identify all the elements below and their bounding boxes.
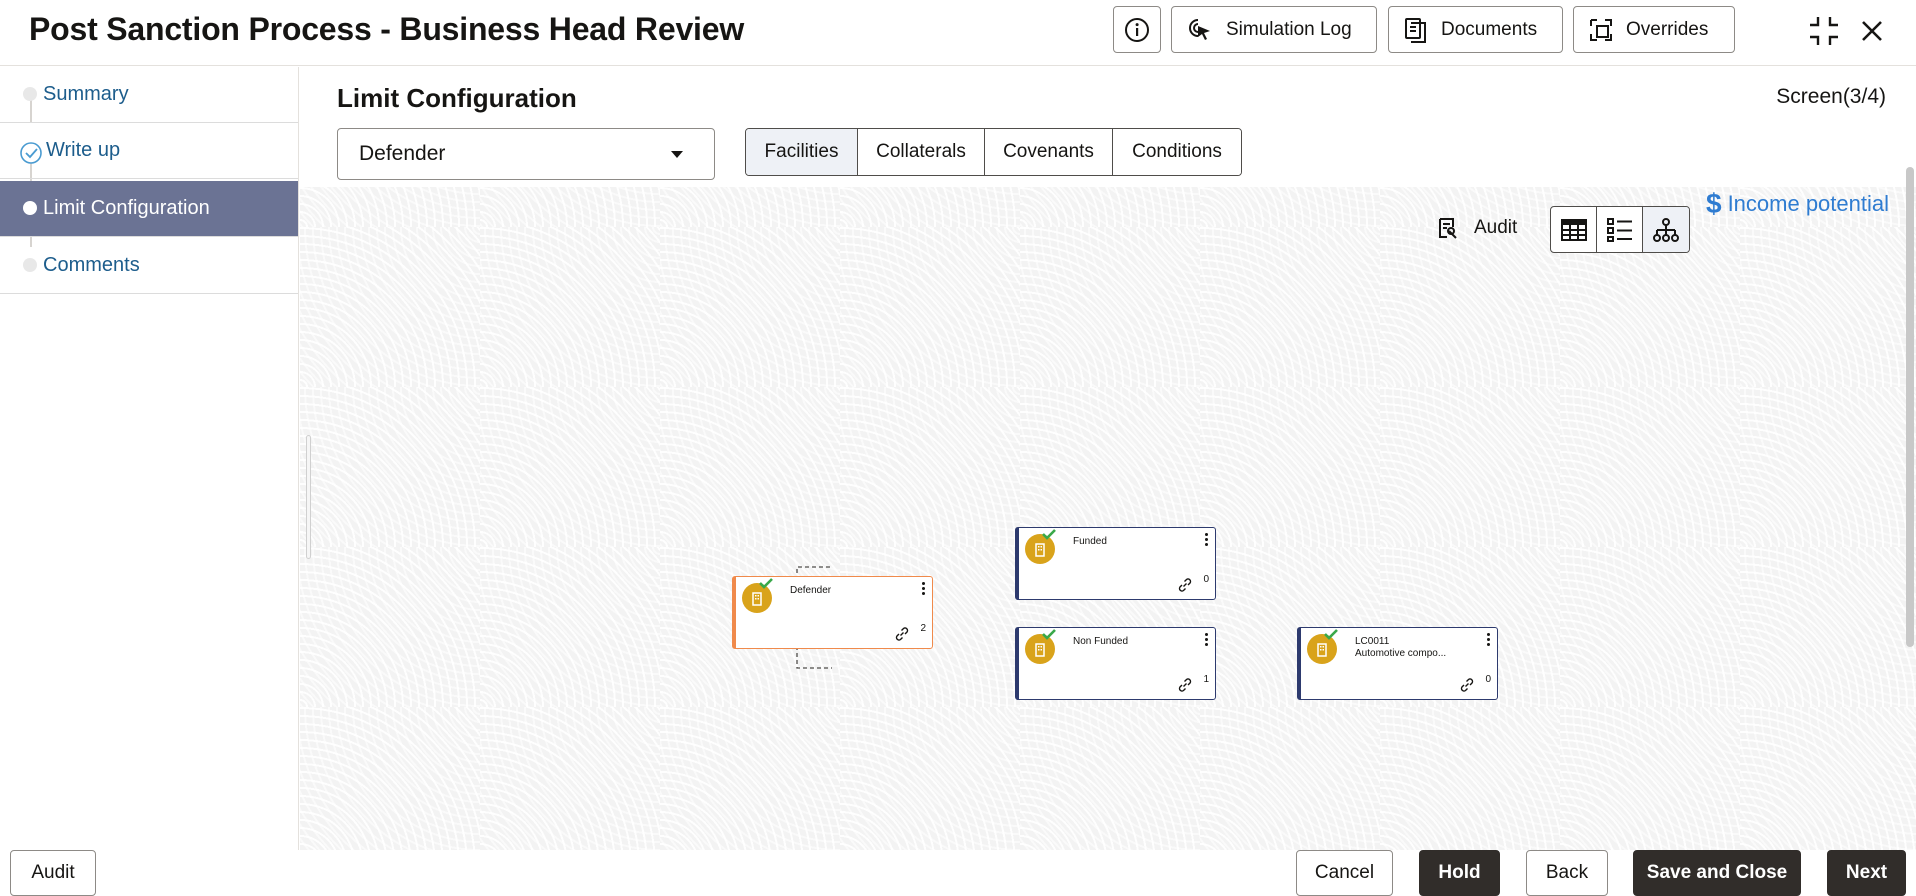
sidebar-item-summary[interactable]: Summary <box>0 67 298 123</box>
tree-node-lc0011[interactable]: LC0011 Automotive compo... 0 <box>1297 627 1498 700</box>
checkmark-icon <box>1324 629 1338 640</box>
node-name: Defender <box>790 585 832 596</box>
documents-icon <box>1405 17 1426 43</box>
tree-node-defender[interactable]: Defender 2 <box>732 576 933 649</box>
check-circle-icon <box>20 142 42 164</box>
more-options-icon[interactable] <box>1205 633 1209 648</box>
vertical-scrollbar[interactable] <box>1906 167 1914 647</box>
cancel-button[interactable]: Cancel <box>1296 850 1393 896</box>
footer-bar: Audit Cancel Hold Back Save and Close Ne… <box>0 850 1916 896</box>
link-count: 2 <box>920 623 926 634</box>
back-button[interactable]: Back <box>1526 850 1608 896</box>
simulation-log-button[interactable]: Simulation Log <box>1171 6 1377 53</box>
sidebar-item-label: Write up <box>46 139 121 161</box>
audit-button[interactable]: Audit <box>10 850 96 896</box>
overrides-button[interactable]: Overrides <box>1573 6 1735 53</box>
step-dot <box>23 201 37 215</box>
step-sidebar: Summary Write up Limit Configuration Com… <box>0 67 299 850</box>
node-name: Funded <box>1073 536 1107 547</box>
more-options-icon[interactable] <box>922 582 926 597</box>
simulation-log-label: Simulation Log <box>1226 18 1352 40</box>
sidebar-item-comments[interactable]: Comments <box>0 238 298 294</box>
node-name: LC0011 <box>1355 636 1390 647</box>
link-icon <box>1460 678 1474 692</box>
link-count: 0 <box>1203 574 1209 585</box>
overrides-label: Overrides <box>1626 18 1709 40</box>
hold-button[interactable]: Hold <box>1419 850 1500 896</box>
link-icon <box>895 627 909 641</box>
node-description: Automotive compo... <box>1355 648 1447 659</box>
tree-node-non-funded[interactable]: Non Funded 1 <box>1015 627 1216 700</box>
node-name: Non Funded <box>1073 636 1129 647</box>
collapse-button[interactable] <box>1807 14 1841 48</box>
close-icon <box>1862 21 1882 41</box>
sidebar-item-write-up[interactable]: Write up <box>0 123 298 179</box>
link-count: 0 <box>1485 674 1491 685</box>
sidebar-item-label: Summary <box>43 83 129 105</box>
next-button[interactable]: Next <box>1827 850 1906 896</box>
info-icon <box>1125 17 1149 42</box>
info-button[interactable] <box>1113 6 1161 53</box>
step-dot <box>23 258 37 272</box>
checkmark-icon <box>1042 529 1056 540</box>
sidebar-item-label: Comments <box>43 254 140 276</box>
main-content: Limit Configuration Screen(3/4) Defender… <box>300 67 1916 850</box>
link-icon <box>1178 678 1192 692</box>
documents-button[interactable]: Documents <box>1388 6 1563 53</box>
link-icon <box>1178 578 1192 592</box>
documents-label: Documents <box>1441 18 1538 40</box>
tree-node-funded[interactable]: Funded 0 <box>1015 527 1216 600</box>
close-button[interactable] <box>1855 14 1889 48</box>
sidebar-item-limit-configuration[interactable]: Limit Configuration <box>0 181 298 237</box>
link-count: 1 <box>1203 674 1209 685</box>
save-and-close-button[interactable]: Save and Close <box>1633 850 1801 896</box>
tree-connectors <box>765 566 1114 669</box>
sidebar-item-label: Limit Configuration <box>43 197 210 219</box>
checkmark-icon <box>759 578 773 589</box>
more-options-icon[interactable] <box>1487 633 1491 648</box>
page-title: Post Sanction Process - Business Head Re… <box>29 11 745 47</box>
cursor-click-icon <box>1189 18 1210 40</box>
more-options-icon[interactable] <box>1205 533 1209 548</box>
checkmark-icon <box>1042 629 1056 640</box>
collapse-icon <box>1810 17 1838 45</box>
overrides-icon <box>1590 18 1612 41</box>
header-bar: Post Sanction Process - Business Head Re… <box>0 0 1916 66</box>
step-dot <box>23 87 37 101</box>
